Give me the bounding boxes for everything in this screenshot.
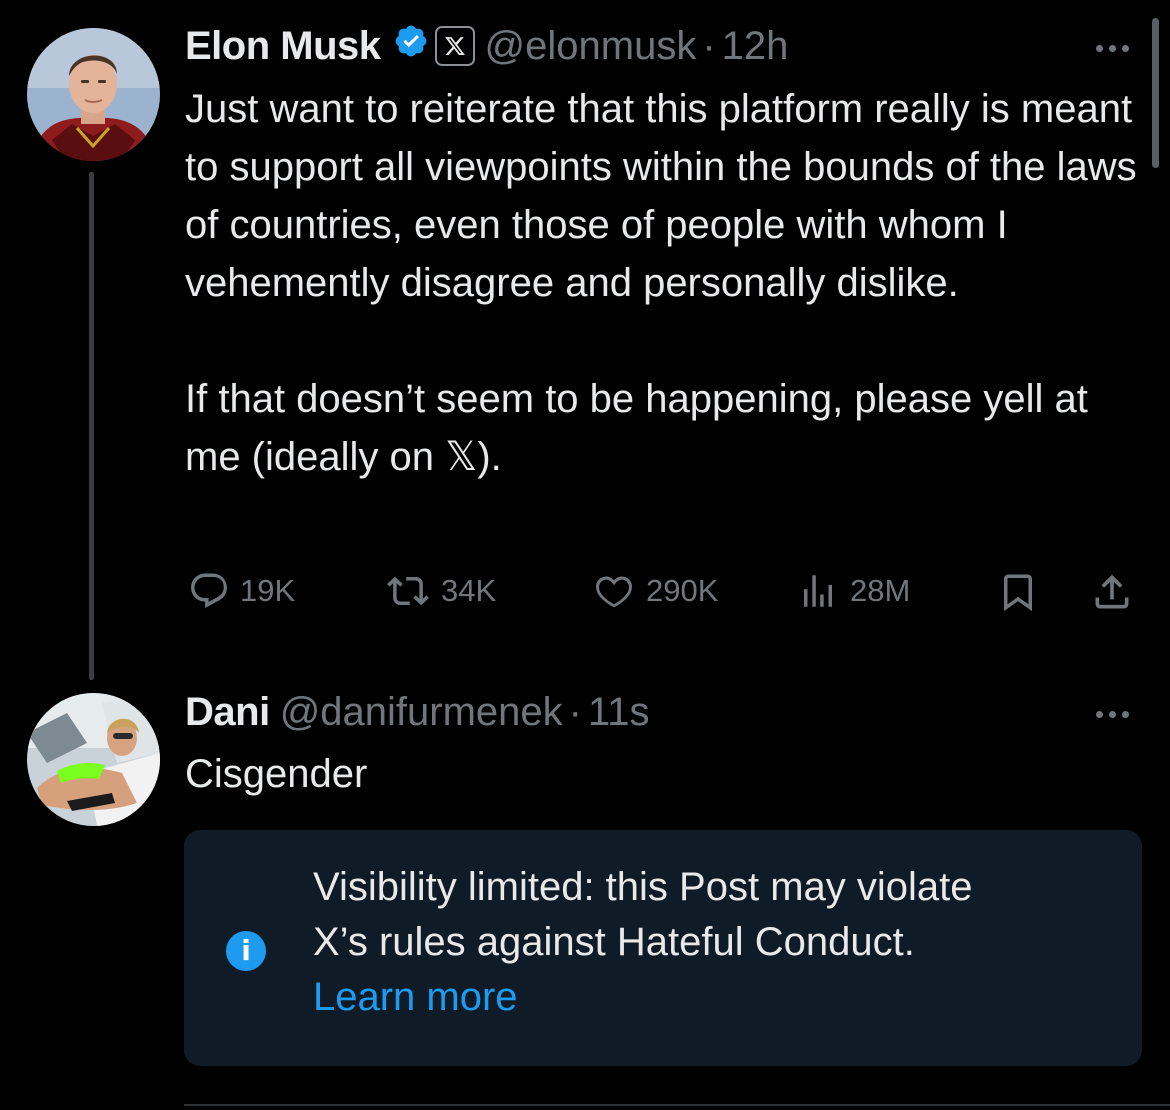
timestamp[interactable]: 11s — [588, 688, 650, 736]
learn-more-link[interactable]: Learn more — [313, 970, 518, 1025]
thread-connector-line — [89, 172, 94, 680]
tweet-header: Dani @danifurmenek · 11s — [185, 688, 650, 736]
timestamp[interactable]: 12h — [722, 22, 789, 70]
more-options-button[interactable] — [1096, 704, 1129, 724]
more-options-button[interactable] — [1096, 38, 1129, 58]
notice-text: Visibility limited: this Post may violat… — [313, 860, 1113, 1025]
like-count: 290K — [646, 573, 719, 608]
bookmark-icon — [1004, 574, 1032, 612]
reply-count: 19K — [240, 573, 296, 608]
display-name[interactable]: Elon Musk — [185, 22, 381, 70]
verified-badge-icon[interactable] — [393, 22, 429, 70]
dot-icon — [1122, 710, 1129, 718]
tweet-body: Cisgender — [185, 745, 1145, 803]
dot-icon — [1109, 44, 1116, 52]
repost-count: 34K — [441, 573, 497, 608]
repost-button[interactable]: 34K — [385, 570, 496, 612]
dot-icon — [1122, 44, 1129, 52]
separator-dot: · — [568, 690, 582, 734]
dot-icon — [1096, 710, 1103, 718]
views-button[interactable]: 28M — [796, 570, 910, 612]
scrollbar[interactable] — [1152, 18, 1159, 168]
dot-icon — [1109, 710, 1116, 718]
views-count: 28M — [850, 573, 911, 608]
reply-icon — [191, 573, 227, 608]
tweet-header: Elon Musk @elonmusk · 12h — [185, 22, 788, 70]
visibility-limited-notice: i Visibility limited: this Post may viol… — [184, 830, 1142, 1066]
handle[interactable]: @elonmusk — [485, 22, 697, 70]
tweet-paragraph: Cisgender — [185, 752, 368, 796]
avatar-dani[interactable] — [27, 693, 160, 826]
heart-icon — [595, 576, 633, 608]
bookmark-button[interactable] — [997, 570, 1039, 614]
share-icon — [1095, 574, 1129, 609]
notice-line: Visibility limited: this Post may violat… — [313, 865, 973, 909]
x-logo-icon[interactable] — [434, 26, 475, 66]
notice-line: X’s rules against Hateful Conduct. — [313, 920, 915, 964]
like-button[interactable]: 290K — [592, 570, 718, 612]
repost-icon — [387, 576, 429, 606]
separator-dot: · — [702, 24, 716, 68]
handle[interactable]: @danifurmenek — [280, 688, 563, 736]
avatar-elon[interactable] — [27, 28, 160, 161]
tweet-body: Just want to reiterate that this platfor… — [185, 80, 1145, 486]
share-button[interactable] — [1090, 570, 1134, 614]
reply-button[interactable]: 19K — [188, 570, 295, 612]
info-icon: i — [226, 931, 266, 971]
views-icon — [804, 575, 832, 607]
dot-icon — [1096, 44, 1103, 52]
tweet-paragraph: Just want to reiterate that this platfor… — [185, 87, 1137, 305]
divider — [184, 1104, 1170, 1106]
tweet-paragraph: If that doesn’t seem to be happening, pl… — [185, 377, 1088, 479]
display-name[interactable]: Dani — [185, 688, 270, 736]
